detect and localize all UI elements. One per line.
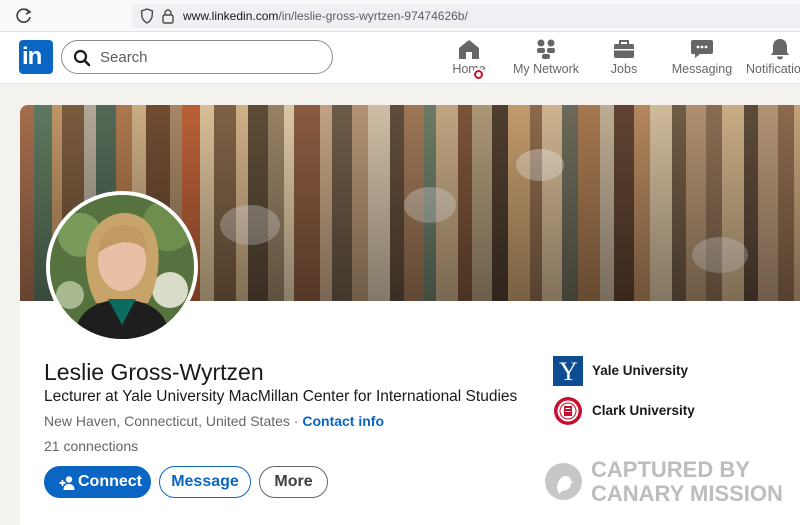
nav-jobs-label: Jobs: [610, 62, 638, 76]
more-button[interactable]: More: [259, 466, 328, 498]
connections-count[interactable]: 21 connections: [44, 438, 138, 454]
nav-my-network[interactable]: My Network: [511, 34, 581, 82]
url-text[interactable]: www.linkedin.com/in/leslie-gross-wyrtzen…: [183, 9, 468, 23]
linkedin-navbar: in Home My Network Jobs: [0, 32, 800, 84]
connect-button[interactable]: Connect: [44, 466, 151, 498]
profile-location: New Haven, Connecticut, United States: [44, 413, 290, 429]
search-input[interactable]: [100, 47, 320, 67]
message-button[interactable]: Message: [159, 466, 251, 498]
network-icon: [537, 39, 555, 59]
location-separator: ·: [289, 413, 303, 429]
profile-headline: Lecturer at Yale University MacMillan Ce…: [44, 388, 518, 405]
canary-bird-icon: [545, 463, 582, 500]
yale-logo: Y: [553, 356, 583, 386]
canary-mission-watermark: CAPTURED BY CANARY MISSION: [545, 458, 795, 508]
browser-toolbar: www.linkedin.com/in/leslie-gross-wyrtzen…: [0, 0, 800, 32]
profile-name: Leslie Gross-Wyrtzen: [44, 359, 264, 385]
watermark-line-2: CANARY MISSION: [591, 481, 783, 506]
reload-icon[interactable]: [14, 6, 34, 26]
url-host: www.linkedin.com: [183, 9, 279, 23]
nav-messaging-label: Messaging: [671, 62, 733, 76]
search-icon: [73, 49, 91, 67]
messaging-icon: [691, 40, 713, 58]
nav-my-network-label: My Network: [513, 62, 579, 76]
clark-seal-icon: [554, 397, 582, 425]
profile-location-line: New Haven, Connecticut, United States · …: [44, 413, 384, 429]
profile-photo[interactable]: [46, 191, 198, 343]
education-yale-name: Yale University: [592, 363, 689, 378]
briefcase-icon: [614, 40, 634, 58]
url-path: /in/leslie-gross-wyrtzen-97474626b/: [278, 9, 468, 23]
contact-info-link[interactable]: Contact info: [302, 413, 384, 429]
add-person-icon: [59, 476, 75, 490]
connect-button-label: Connect: [78, 473, 142, 490]
watermark-line-1: CAPTURED BY: [591, 457, 750, 482]
linkedin-logo[interactable]: in: [19, 40, 53, 74]
yale-logo-letter: Y: [559, 357, 578, 386]
linkedin-logo-text: in: [22, 43, 42, 70]
watermark-text: CAPTURED BY CANARY MISSION: [591, 458, 783, 506]
nav-messaging[interactable]: Messaging: [670, 34, 734, 82]
home-icon: [459, 40, 479, 59]
shield-icon[interactable]: [140, 8, 154, 24]
bell-icon: [771, 39, 789, 60]
nav-notifications[interactable]: Notifications: [746, 34, 800, 82]
search-box[interactable]: [61, 40, 333, 74]
home-notification-badge: [472, 68, 485, 81]
lock-icon[interactable]: [162, 8, 174, 24]
nav-jobs[interactable]: Jobs: [606, 34, 642, 82]
nav-notifications-label: Notifications: [746, 62, 800, 76]
education-clark-name: Clark University: [592, 403, 695, 418]
